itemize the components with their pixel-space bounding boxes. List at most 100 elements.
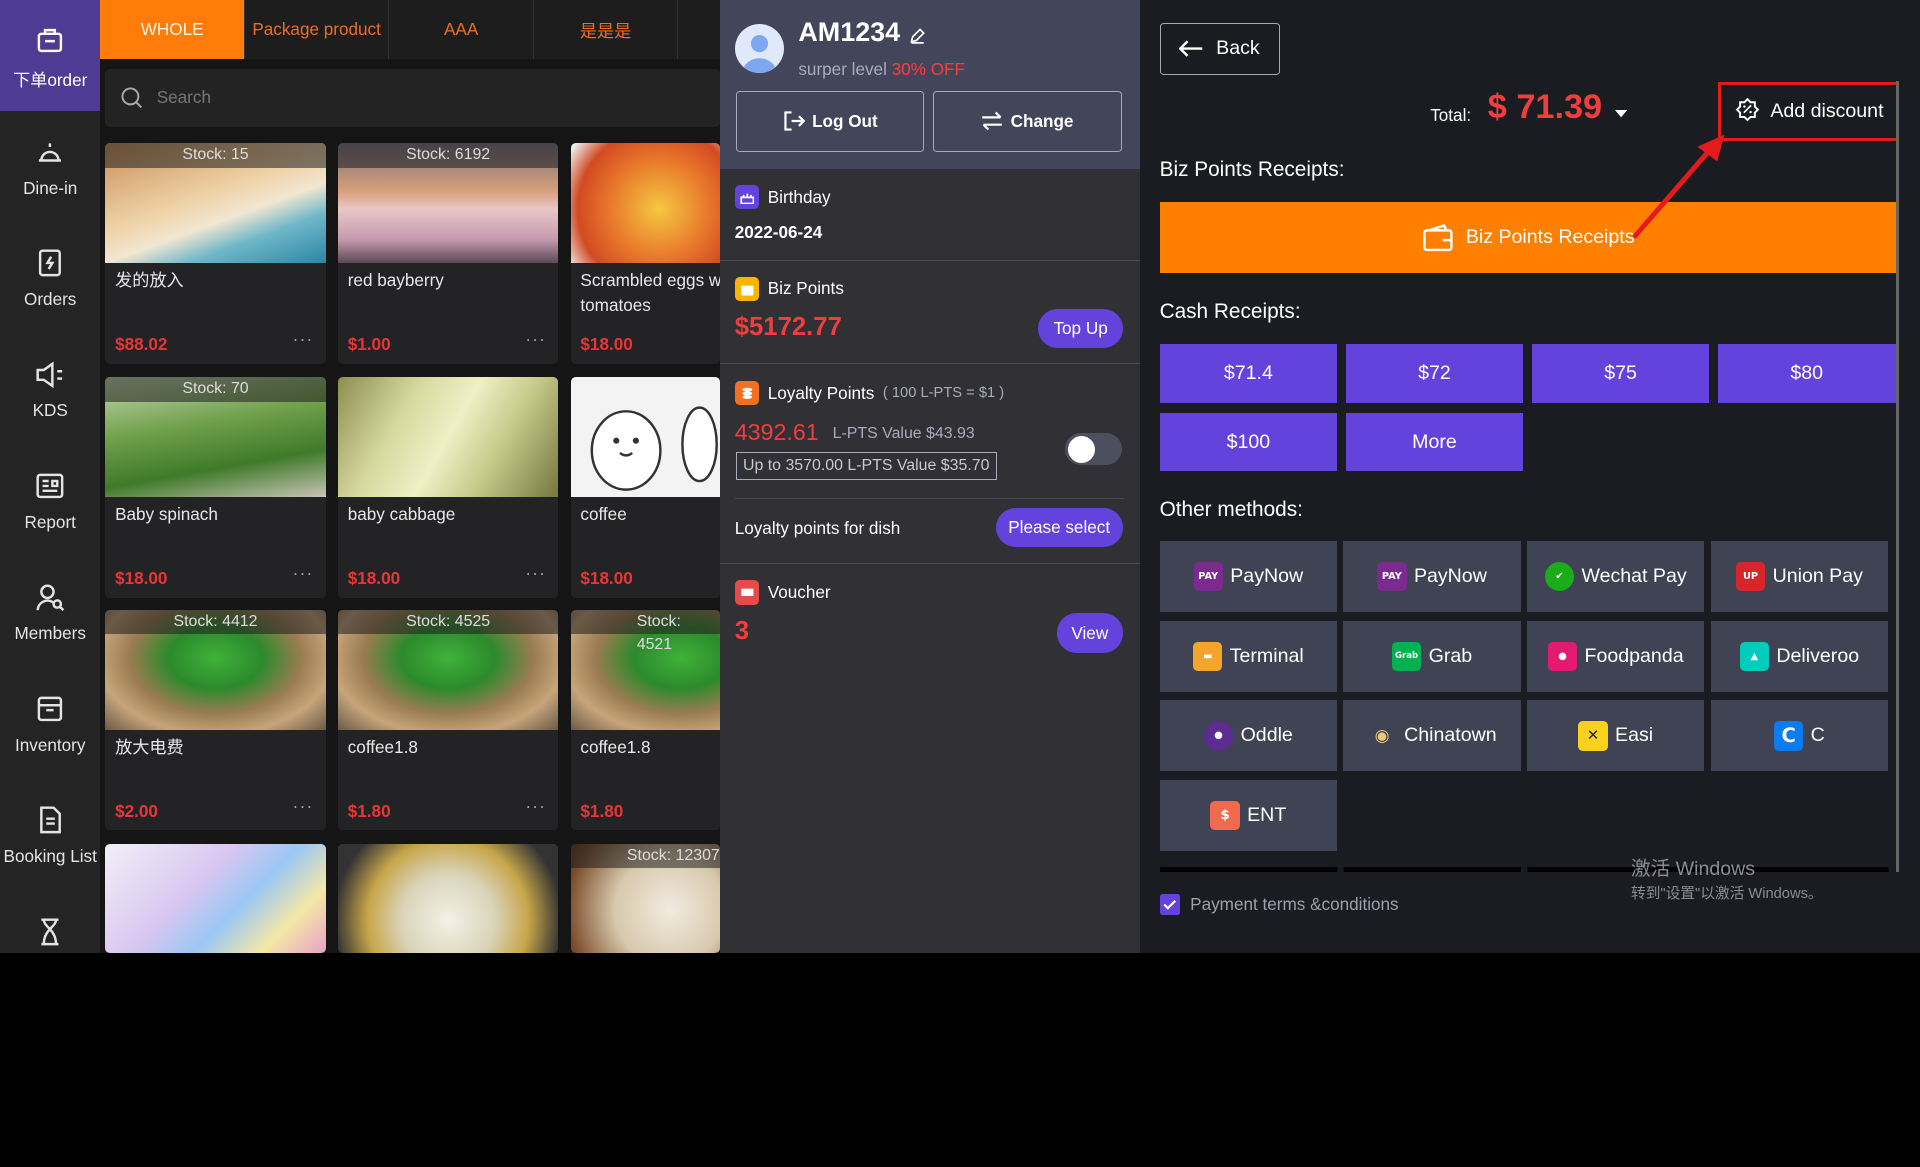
search-icon [121,87,143,108]
logout-button[interactable]: Log Out [735,90,925,152]
method-wechat-pay[interactable]: ✔ Wechat Pay [1526,541,1705,613]
method-grab[interactable]: Grab Grab [1343,620,1521,692]
stock-badge [571,377,720,401]
terms-label: Payment terms &conditions [1190,893,1399,914]
swap-icon [982,111,1003,131]
view-voucher-button[interactable]: View [1056,613,1123,653]
search-input[interactable] [156,87,647,109]
cash-option[interactable]: $80 [1717,344,1896,403]
product-name: Scrambled eggs with tomatoes [580,270,720,315]
add-discount-button[interactable]: Add discount [1717,82,1900,141]
product-card[interactable]: Stock: 15 发的放入 $88.02 ··· [105,143,326,364]
search-bar[interactable] [105,68,720,128]
change-button[interactable]: Change [933,90,1122,152]
method-foodpanda[interactable]: ● Foodpanda [1526,620,1705,692]
more-icon[interactable]: ··· [293,329,314,350]
product-card[interactable]: Stock: 70 Baby spinach $18.00 ··· [105,377,326,598]
method-label: Chinatown [1404,724,1497,747]
cash-option[interactable]: $71.4 [1159,344,1338,403]
nav-item-kds[interactable]: KDS [0,334,100,445]
method-label: Terminal [1229,644,1304,667]
loyalty-toggle[interactable] [1065,433,1122,466]
product-card[interactable]: Stock: 12307 [570,843,720,953]
method-oddle[interactable]: ● Oddle [1159,700,1338,772]
cash-option[interactable]: $72 [1345,344,1524,403]
voucher-title: Voucher [734,580,831,605]
back-button[interactable]: Back [1159,23,1280,75]
method-label: Deliveroo [1776,644,1860,667]
birthday-title: Birthday [734,184,831,210]
chinatown-icon: ◉ [1374,725,1390,746]
top-up-button[interactable]: Top Up [1038,308,1123,348]
tab-aaa[interactable]: AAA [389,0,534,59]
biz-button-label: Biz Points Receipts [1465,226,1635,249]
voucher-count: 3 [734,617,749,646]
biz-points-label: Biz Points [767,278,844,299]
product-price: $1.80 [347,800,391,821]
method-ent[interactable]: $ ENT [1159,780,1338,852]
nav-item-report[interactable]: Report [0,446,100,557]
more-icon[interactable]: ··· [525,563,546,584]
nav-item-inventory[interactable]: Inventory [0,669,100,780]
product-card[interactable]: Scrambled eggs with tomatoes $18.00 [570,143,720,364]
member-header: AM1234 surper level 30% OFF Log Out Chan… [720,0,1140,169]
cash-option[interactable]: $100 [1159,412,1338,472]
nav-item-booking-list[interactable]: Booking List [0,780,100,891]
product-card[interactable]: Stock: 4521 coffee1.8 $1.80 [570,609,720,831]
more-icon[interactable]: ··· [293,563,314,584]
method-c[interactable]: CC [1710,700,1889,772]
stock-badge: Stock: 15 [105,143,326,168]
ent-icon: $ [1210,800,1240,831]
cash-option[interactable]: $75 [1531,344,1710,403]
product-card[interactable]: Stock: 4525 coffee1.8 $1.80 ··· [337,609,559,831]
ticket-icon [734,580,760,605]
tab-package-product[interactable]: Package product [244,0,390,59]
product-card[interactable]: Stock: 6192 red bayberry $1.00 ··· [337,143,559,364]
windows-activation-watermark: 激活 Windows 转到"设置"以激活 Windows。 [1631,857,1823,906]
method-terminal[interactable]: ▬ Terminal [1159,620,1338,692]
tab-overflow[interactable] [678,0,720,59]
nav-item-dine-in[interactable]: Dine-in [0,111,100,222]
product-price: $2.00 [115,800,158,821]
level-discount: 30% OFF [891,58,965,79]
method-paynow[interactable]: PAY PayNow [1159,541,1338,613]
terms-checkbox[interactable] [1159,893,1181,915]
biz-points-receipts-button[interactable]: Biz Points Receipts [1159,202,1897,274]
watermark-line1: 激活 Windows [1631,858,1756,881]
product-card[interactable]: coffee $18.00 [570,377,720,598]
caret-down-icon[interactable] [1615,110,1628,118]
scrollbar[interactable] [1895,80,1900,872]
more-icon[interactable]: ··· [525,796,546,817]
payment-panel: Back Total: $ 71.39 Add discount Biz Poi… [1140,0,1920,953]
more-icon[interactable]: ··· [525,329,546,350]
product-card[interactable] [105,843,326,953]
please-select-button[interactable]: Please select [995,508,1123,548]
method-label: PayNow [1230,565,1304,588]
level-text: surper level [798,58,887,79]
logout-icon [784,111,805,131]
method-label: PayNow [1413,565,1487,588]
cash-more-button[interactable]: More [1345,412,1524,472]
product-card[interactable]: Stock: 4412 放大电费 $2.00 ··· [105,609,326,831]
stock-badge: Stock: 4412 [105,609,326,635]
edit-icon[interactable] [909,27,926,44]
method-easi[interactable]: ✕ Easi [1526,700,1705,772]
inventory-icon [37,696,63,722]
method-chinatown[interactable]: ◉ Chinatown [1343,700,1521,772]
tab-whole[interactable]: WHOLE [100,0,245,59]
method-paynow[interactable]: PAY PayNow [1343,541,1521,613]
product-card[interactable]: baby cabbage $18.00 ··· [337,377,559,598]
product-card[interactable] [337,843,559,953]
tab-shishishi[interactable]: 是是是 [533,0,679,59]
nav-item-timer[interactable] [0,891,100,952]
nav-item-orders[interactable]: Orders [0,223,100,334]
product-price: $18.00 [115,568,168,589]
method-deliveroo[interactable]: ▲ Deliveroo [1710,620,1889,692]
wallet-icon [1423,223,1453,251]
nav-item-members[interactable]: Members [0,557,100,668]
method-label: Oddle [1240,724,1293,747]
nav-item-order[interactable]: 下单order [0,0,101,112]
terms-row[interactable]: Payment terms &conditions [1159,893,1399,915]
method-union-pay[interactable]: UP Union Pay [1710,541,1889,613]
more-icon[interactable]: ··· [293,796,314,817]
